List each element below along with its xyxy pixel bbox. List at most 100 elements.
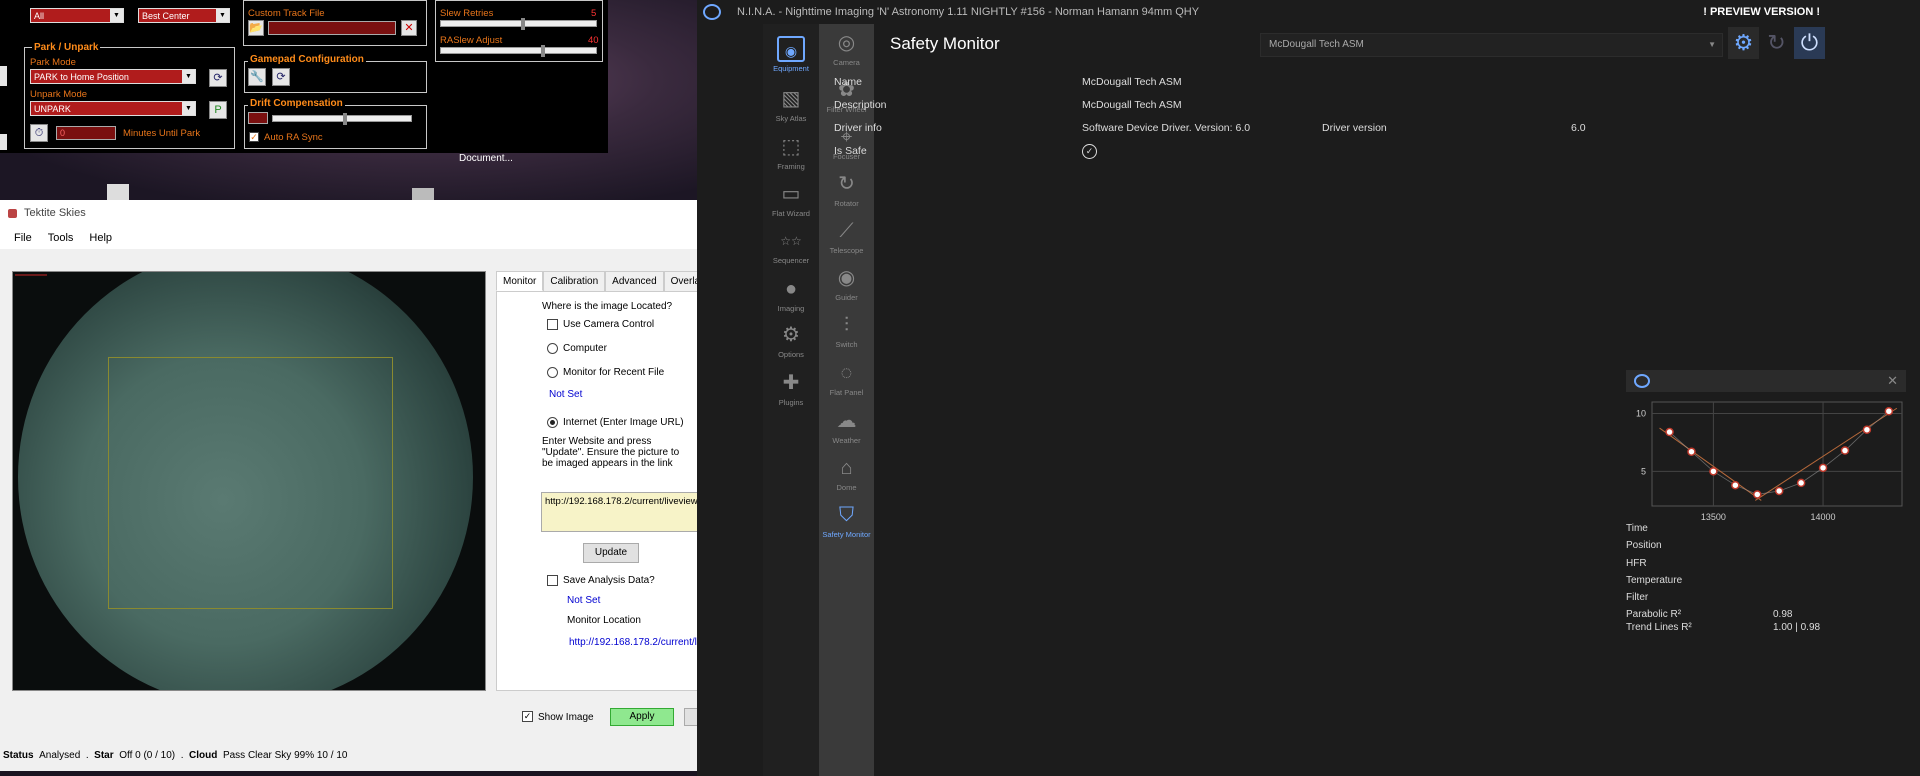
document-icon-label[interactable]: Document...	[459, 153, 513, 164]
nav-plugins[interactable]: ✚ Plugins	[763, 370, 819, 407]
nav-dome[interactable]: ⌂ Dome	[819, 455, 874, 492]
nav-camera-label: Camera	[833, 58, 860, 67]
name-label: Name	[834, 76, 863, 88]
nav-framing[interactable]: ⬚ Framing	[763, 134, 819, 171]
menu-tools[interactable]: Tools	[48, 227, 74, 249]
x-tick-label: 13500	[1701, 512, 1726, 522]
analysis-region[interactable]	[108, 357, 393, 609]
left-edge-button[interactable]	[0, 66, 7, 86]
nav-safety-monitor[interactable]: ⛉ Safety Monitor	[819, 502, 874, 539]
minutes-until-park-field[interactable]: 0	[56, 126, 116, 140]
gear-icon: ⚙	[782, 324, 800, 346]
monitor-recent-label: Monitor for Recent File	[563, 367, 665, 378]
af-time-label: Time	[1626, 523, 1648, 534]
auto-ra-sync-checkbox[interactable]: ✓	[249, 132, 259, 142]
menu-file[interactable]: File	[14, 227, 32, 249]
device-settings-button[interactable]: ⚙	[1728, 27, 1759, 59]
nav-flat-wizard[interactable]: ▭ Flat Wizard	[763, 181, 819, 218]
not-set-link-2[interactable]: Not Set	[567, 595, 600, 606]
app-icon	[8, 209, 17, 218]
slider-thumb[interactable]	[343, 113, 347, 125]
nina-window-title: N.I.N.A. - Nighttime Imaging 'N' Astrono…	[737, 6, 1200, 18]
nav-switch[interactable]: ⫶ Switch	[819, 312, 874, 349]
left-edge-button-2[interactable]	[0, 134, 7, 150]
nav-camera[interactable]: ◎ Camera	[819, 30, 874, 67]
internet-label: Internet (Enter Image URL)	[563, 417, 684, 428]
tektite-skies-window: Tektite Skies File Tools Help Monitor Ca…	[0, 200, 713, 771]
connect-button[interactable]: ⏻	[1794, 27, 1825, 59]
nav-sky-atlas[interactable]: ▧ Sky Atlas	[763, 86, 819, 123]
data-point	[1753, 490, 1762, 499]
device-selector[interactable]: McDougall Tech ASM ▼	[1260, 33, 1723, 57]
nav-flat-panel[interactable]: ◌ Flat Panel	[819, 360, 874, 397]
file-icon[interactable]	[107, 184, 129, 200]
monitor-recent-radio[interactable]	[547, 367, 558, 378]
title-bar: Tektite Skies	[0, 200, 697, 227]
monitor-panel: Where is the image Located? Use Camera C…	[496, 291, 697, 691]
park-timer-button[interactable]: ⏱	[30, 124, 48, 142]
rescan-devices-button[interactable]: ↻	[1761, 27, 1792, 59]
nav-equipment[interactable]: ◉ Equipment	[763, 36, 819, 73]
monitor-location-link[interactable]: http://192.168.178.2/current/live	[569, 637, 697, 648]
parabolic-fit	[1669, 410, 1890, 495]
cloud-value: Pass Clear Sky 99% 10 / 10	[222, 750, 348, 761]
is-safe-label: Is Safe	[834, 145, 867, 157]
slew-retries-slider[interactable]	[440, 18, 597, 30]
unpark-mode-dropdown[interactable]: UNPARK ▼	[30, 101, 196, 116]
computer-radio[interactable]	[547, 343, 558, 354]
park-mode-dropdown[interactable]: PARK to Home Position ▼	[30, 69, 196, 84]
computer-label: Computer	[563, 343, 607, 354]
gamepad-settings-button[interactable]: 🔧	[248, 68, 266, 86]
nav-imaging[interactable]: ● Imaging	[763, 276, 819, 313]
menu-help[interactable]: Help	[89, 227, 112, 249]
close-icon[interactable]: ✕	[1887, 373, 1898, 389]
slider-thumb[interactable]	[541, 45, 545, 57]
chevron-down-icon: ▼	[216, 9, 229, 22]
image-url-input[interactable]: http://192.168.178.2/current/liveview-i	[541, 492, 697, 532]
point-filter-dropdown[interactable]: All ▼	[30, 8, 124, 23]
nav-rotator[interactable]: ↻ Rotator	[819, 171, 874, 208]
not-set-link-1[interactable]: Not Set	[549, 389, 582, 400]
apply-button[interactable]: Apply	[610, 708, 674, 726]
use-camera-checkbox[interactable]	[547, 319, 558, 330]
raslew-slider[interactable]	[440, 45, 597, 57]
driver-version-value: 6.0	[1571, 122, 1586, 134]
update-button[interactable]: Update	[583, 543, 639, 563]
slider-thumb[interactable]	[521, 18, 525, 30]
drift-slider[interactable]	[272, 113, 412, 125]
nav-guider[interactable]: ◉ Guider	[819, 265, 874, 302]
open-folder-button[interactable]: 📂	[248, 20, 264, 36]
tab-advanced[interactable]: Advanced	[605, 271, 664, 291]
gamepad-refresh-button[interactable]: ⟳	[272, 68, 290, 86]
point-selection-dropdown[interactable]: Best Center ▼	[138, 8, 230, 23]
tab-monitor[interactable]: Monitor	[496, 271, 544, 291]
save-analysis-checkbox[interactable]	[547, 575, 558, 586]
data-point	[1731, 480, 1740, 490]
nav-imaging-label: Imaging	[777, 304, 805, 313]
allsky-image[interactable]	[12, 271, 486, 691]
drive-icon[interactable]	[412, 188, 434, 200]
nav-guider-label: Guider	[835, 293, 858, 302]
switch-icon: ⫶	[844, 314, 849, 336]
star-label: Star	[94, 750, 114, 761]
show-image-checkbox[interactable]: ✓	[522, 711, 533, 722]
nav-weather[interactable]: ☁ Weather	[819, 408, 874, 445]
tab-bar: Monitor Calibration Advanced Overlay	[496, 271, 713, 291]
tab-calibration[interactable]: Calibration	[543, 271, 606, 291]
clear-track-button[interactable]: ✕	[401, 20, 417, 36]
monitor-location-label: Monitor Location	[567, 615, 641, 626]
parabolic-r2-value: 0.98	[1773, 609, 1793, 620]
custom-track-field[interactable]	[268, 21, 396, 35]
nav-sequencer-label: Sequencer	[772, 256, 810, 265]
drift-value-field[interactable]	[248, 112, 268, 124]
park-schedule-button[interactable]: P	[209, 101, 227, 119]
internet-radio[interactable]	[547, 417, 558, 428]
raslew-label: RASlew Adjust	[440, 35, 503, 46]
trend-lines-r2-value: 1.00 | 0.98	[1773, 622, 1821, 633]
nav-telescope[interactable]: ⟋ Telescope	[819, 218, 874, 255]
af-filter-label: Filter	[1626, 592, 1649, 603]
cancel-button-partial[interactable]	[684, 708, 697, 726]
nav-sequencer[interactable]: ☆☆ Sequencer	[763, 228, 819, 265]
nav-options[interactable]: ⚙ Options	[763, 322, 819, 359]
park-refresh-button[interactable]: ⟳	[209, 69, 227, 87]
